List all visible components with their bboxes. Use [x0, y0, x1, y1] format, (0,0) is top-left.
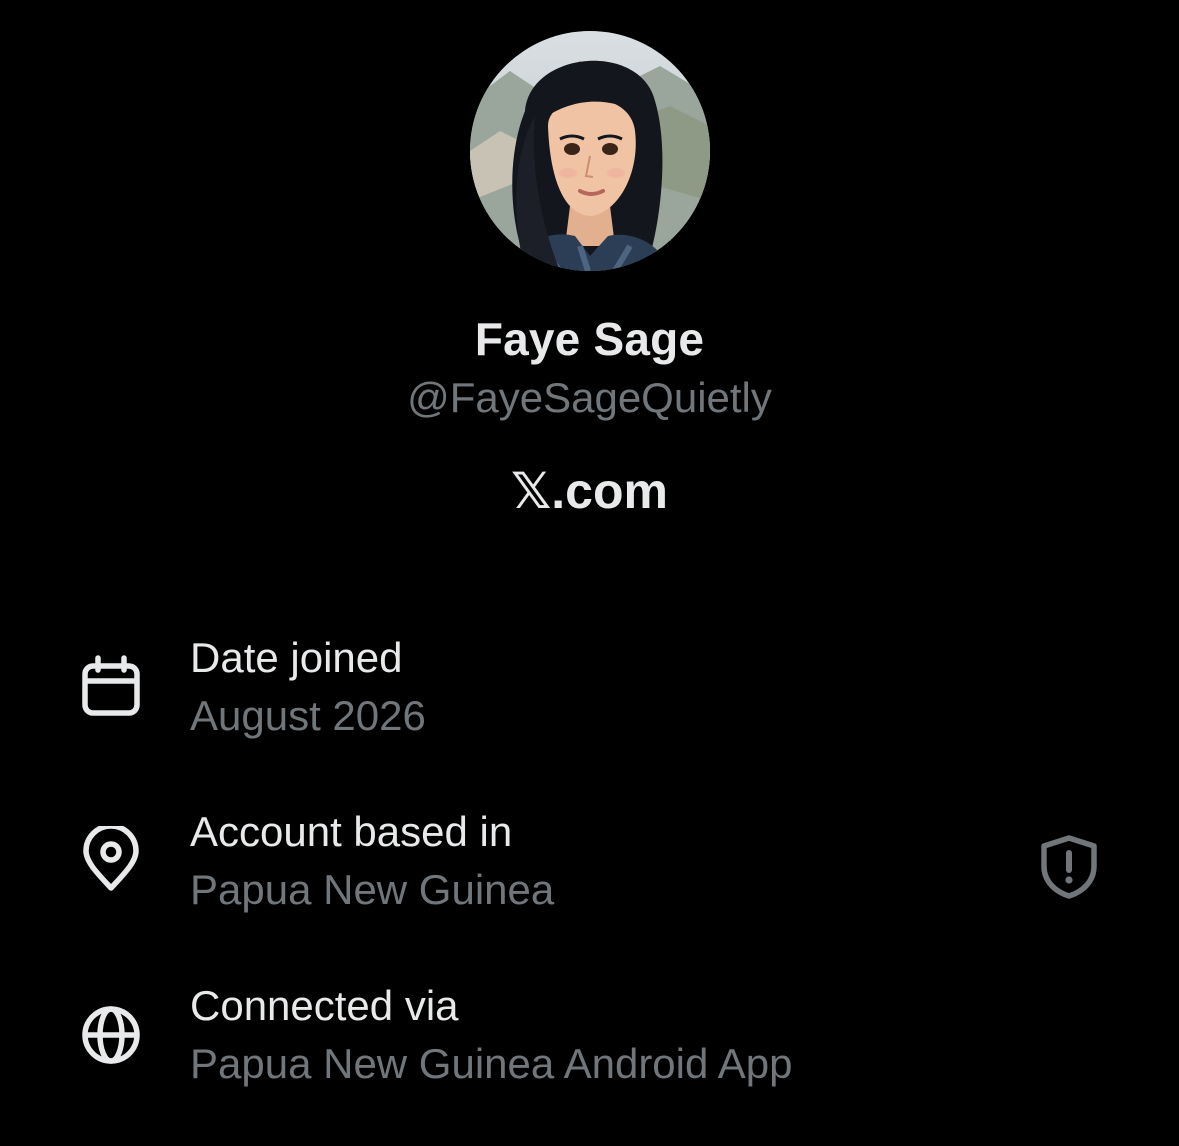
- detail-title: Date joined: [190, 634, 403, 681]
- detail-title: Account based in: [190, 808, 513, 855]
- detail-title: Connected via: [190, 982, 459, 1029]
- globe-icon: [78, 1002, 144, 1068]
- user-handle: @FayeSageQuietly: [407, 374, 772, 421]
- avatar-illustration: [470, 31, 710, 271]
- detail-row-connected-via: Connected via Papua New Guinea Android A…: [0, 982, 1179, 1112]
- site-label: 𝕏.com: [511, 463, 668, 519]
- detail-row-account-based-in: Account based in Papua New Guinea: [0, 808, 1179, 938]
- location-pin-icon: [78, 823, 144, 892]
- avatar[interactable]: [470, 31, 710, 271]
- detail-value: Papua New Guinea: [190, 866, 555, 913]
- shield-alert-icon[interactable]: [1038, 834, 1100, 900]
- detail-value: August 2026: [190, 692, 426, 739]
- detail-value: Papua New Guinea Android App: [190, 1040, 793, 1087]
- calendar-icon: [78, 654, 144, 720]
- display-name: Faye Sage: [474, 313, 705, 365]
- detail-row-date-joined: Date joined August 2026: [0, 634, 1179, 764]
